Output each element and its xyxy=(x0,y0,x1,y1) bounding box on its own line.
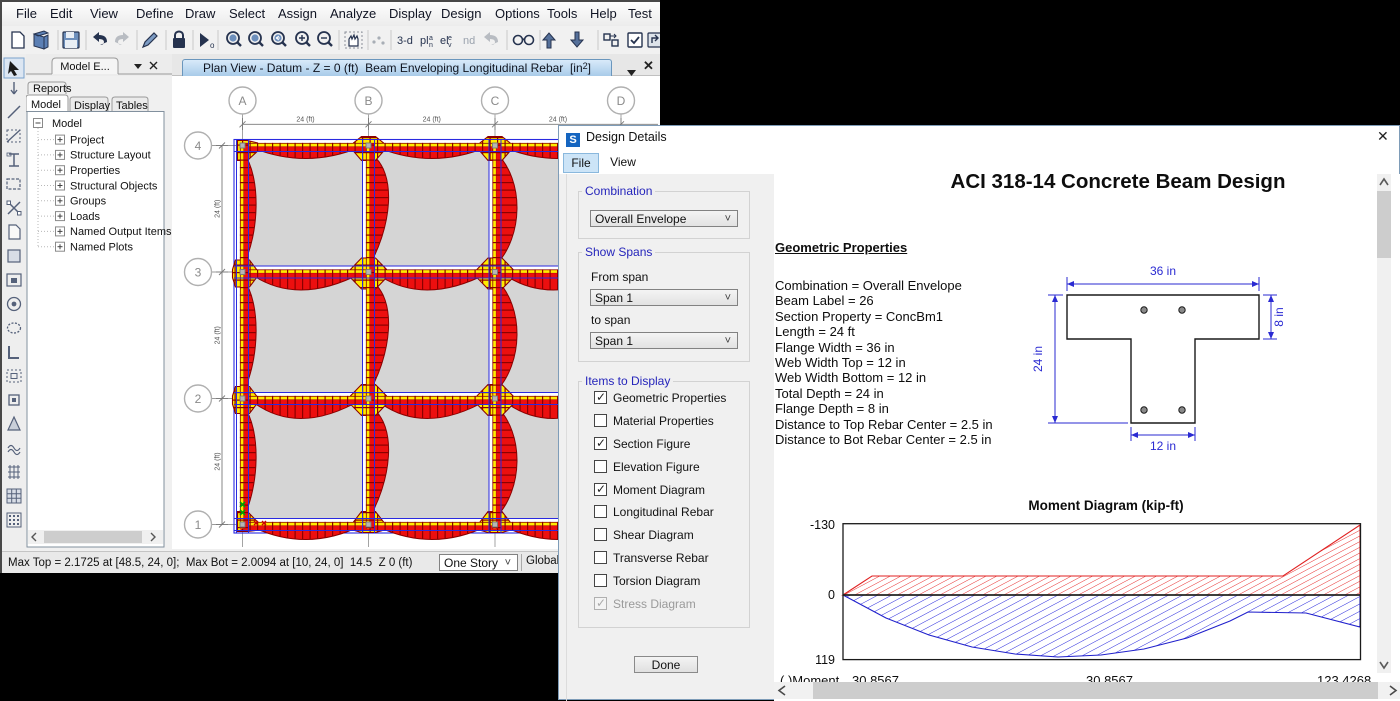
svg-text:119: 119 xyxy=(815,653,835,667)
svg-text:Structure Layout: Structure Layout xyxy=(70,150,151,162)
svg-text:24 (ft): 24 (ft) xyxy=(296,117,314,124)
svg-text:1: 1 xyxy=(195,518,202,532)
svg-text:-130: -130 xyxy=(810,518,835,532)
svg-text:e: e xyxy=(448,35,452,42)
svg-text:Tables: Tables xyxy=(116,100,148,112)
svg-text:24 (ft): 24 (ft) xyxy=(423,117,441,124)
svg-text:Model: Model xyxy=(31,99,61,111)
svg-text:v: v xyxy=(448,42,452,49)
svg-text:n: n xyxy=(429,42,433,49)
svg-text:Moment Diagram (kip-ft): Moment Diagram (kip-ft) xyxy=(1028,498,1183,513)
svg-text:2: 2 xyxy=(195,392,202,406)
svg-text:nd: nd xyxy=(463,35,475,47)
svg-text:24 (ft): 24 (ft) xyxy=(549,117,567,124)
svg-text:a: a xyxy=(429,35,433,42)
svg-text:Properties: Properties xyxy=(70,165,121,177)
svg-text:C: C xyxy=(491,94,500,108)
svg-text:Groups: Groups xyxy=(70,196,107,208)
svg-text:24 in: 24 in xyxy=(1031,346,1045,372)
svg-text:24 (ft): 24 (ft) xyxy=(215,326,222,344)
svg-text:Display: Display xyxy=(74,100,111,112)
svg-text:Model E...: Model E... xyxy=(60,61,110,73)
svg-text:Named Plots: Named Plots xyxy=(70,242,133,254)
svg-text:3: 3 xyxy=(195,266,202,280)
svg-text:Reports: Reports xyxy=(33,83,72,95)
svg-text:Named Output Items: Named Output Items xyxy=(70,226,172,238)
svg-text:8 in: 8 in xyxy=(1272,307,1286,326)
svg-text:D: D xyxy=(617,94,626,108)
svg-text:Model: Model xyxy=(52,118,82,130)
svg-text:3-d: 3-d xyxy=(397,35,413,47)
svg-text:4: 4 xyxy=(195,139,202,153)
svg-text:pl: pl xyxy=(420,35,429,47)
svg-text:0: 0 xyxy=(828,588,835,602)
svg-text:B: B xyxy=(364,94,372,108)
svg-text:o: o xyxy=(210,41,215,50)
svg-text:36 in: 36 in xyxy=(1150,264,1176,278)
svg-text:Structural Objects: Structural Objects xyxy=(70,180,158,192)
svg-text:A: A xyxy=(238,94,246,108)
svg-text:24 (ft): 24 (ft) xyxy=(215,452,222,470)
svg-text:24 (ft): 24 (ft) xyxy=(215,200,222,218)
svg-text:Project: Project xyxy=(70,134,104,146)
svg-text:12 in: 12 in xyxy=(1150,439,1176,453)
svg-text:Loads: Loads xyxy=(70,211,100,223)
